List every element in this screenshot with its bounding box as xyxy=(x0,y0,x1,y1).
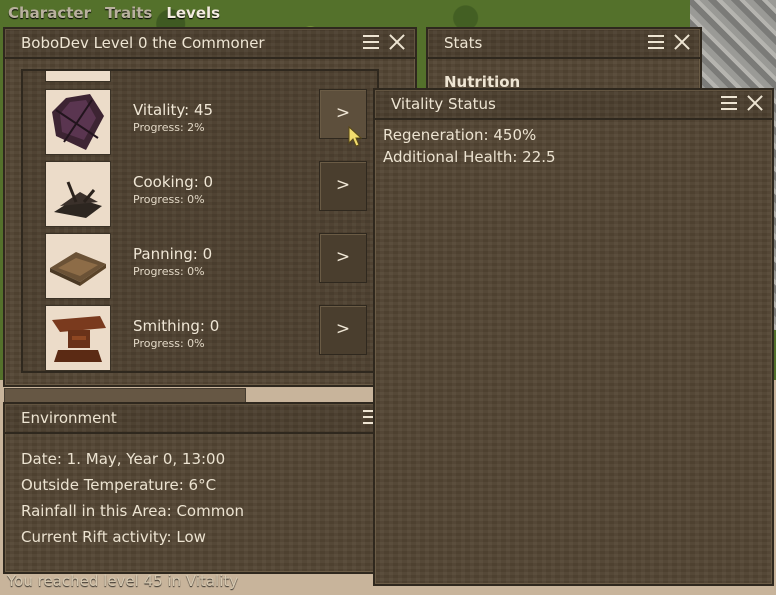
menu-icon xyxy=(363,35,379,49)
vitality-panel-title: Vitality Status xyxy=(391,95,496,113)
smithing-icon xyxy=(45,305,111,371)
cooking-icon xyxy=(45,161,111,227)
skill-name: Cooking: 0 xyxy=(133,173,214,191)
tab-levels[interactable]: Levels xyxy=(166,4,220,26)
close-icon xyxy=(746,94,764,112)
levels-close-button[interactable] xyxy=(388,33,406,51)
tab-traits[interactable]: Traits xyxy=(105,4,152,26)
levels-panel-titlebar[interactable]: BoboDev Level 0 the Commoner xyxy=(5,29,415,59)
vitality-regeneration: Regeneration: 450% xyxy=(383,126,537,144)
vitality-additional-health: Additional Health: 22.5 xyxy=(383,148,556,166)
tab-character[interactable]: Character xyxy=(8,4,91,26)
skill-name: Vitality: 45 xyxy=(133,101,214,119)
close-icon xyxy=(388,33,406,51)
panning-details-button[interactable]: > xyxy=(319,233,367,283)
skill-name: Smithing: 0 xyxy=(133,317,220,335)
skill-progress: Progress: 0% xyxy=(133,193,205,206)
levels-panel: BoboDev Level 0 the Commoner Vitality: 4… xyxy=(3,27,417,387)
close-icon xyxy=(673,33,691,51)
stats-menu-button[interactable] xyxy=(648,33,666,51)
vitality-icon xyxy=(45,89,111,155)
environment-rift-activity: Current Rift activity: Low xyxy=(21,528,206,546)
skill-row-panning: Panning: 0 Progress: 0% > xyxy=(23,233,373,305)
skill-row-cooking: Cooking: 0 Progress: 0% > xyxy=(23,161,373,233)
vitality-panel-titlebar[interactable]: Vitality Status xyxy=(375,90,772,120)
mouse-cursor-icon xyxy=(348,126,362,147)
levels-menu-button[interactable] xyxy=(363,33,381,51)
skills-list[interactable]: Vitality: 45 Progress: 2% > Cooking: 0 P… xyxy=(21,69,379,373)
vitality-status-panel: Vitality Status Regeneration: 450% Addit… xyxy=(373,88,774,586)
stats-panel-title: Stats xyxy=(444,34,483,52)
skill-row-vitality: Vitality: 45 Progress: 2% > xyxy=(23,89,373,161)
vitality-close-button[interactable] xyxy=(746,94,764,112)
skill-progress: Progress: 0% xyxy=(133,337,205,350)
vitality-menu-button[interactable] xyxy=(721,94,739,112)
stats-panel-titlebar[interactable]: Stats xyxy=(428,29,700,59)
skill-progress: Progress: 2% xyxy=(133,121,205,134)
menu-icon xyxy=(648,35,664,49)
skill-name: Panning: 0 xyxy=(133,245,213,263)
levels-panel-title: BoboDev Level 0 the Commoner xyxy=(21,34,265,52)
environment-date: Date: 1. May, Year 0, 13:00 xyxy=(21,450,226,468)
cooking-details-button[interactable]: > xyxy=(319,161,367,211)
status-message: You reached level 45 in Vitality xyxy=(7,572,239,590)
environment-temperature: Outside Temperature: 6°C xyxy=(21,476,217,494)
environment-rainfall: Rainfall in this Area: Common xyxy=(21,502,245,520)
smithing-details-button[interactable]: > xyxy=(319,305,367,355)
environment-panel-title: Environment xyxy=(21,409,117,427)
character-tabs: Character Traits Levels xyxy=(8,4,220,26)
skill-row-smithing: Smithing: 0 Progress: 0% > xyxy=(23,305,373,371)
menu-icon xyxy=(721,96,737,110)
stats-close-button[interactable] xyxy=(673,33,691,51)
environment-panel: Environment Date: 1. May, Year 0, 13:00 … xyxy=(3,402,407,574)
environment-panel-titlebar[interactable]: Environment xyxy=(5,404,405,434)
panning-icon xyxy=(45,233,111,299)
clipped-skill-thumb xyxy=(45,71,111,82)
skill-progress: Progress: 0% xyxy=(133,265,205,278)
